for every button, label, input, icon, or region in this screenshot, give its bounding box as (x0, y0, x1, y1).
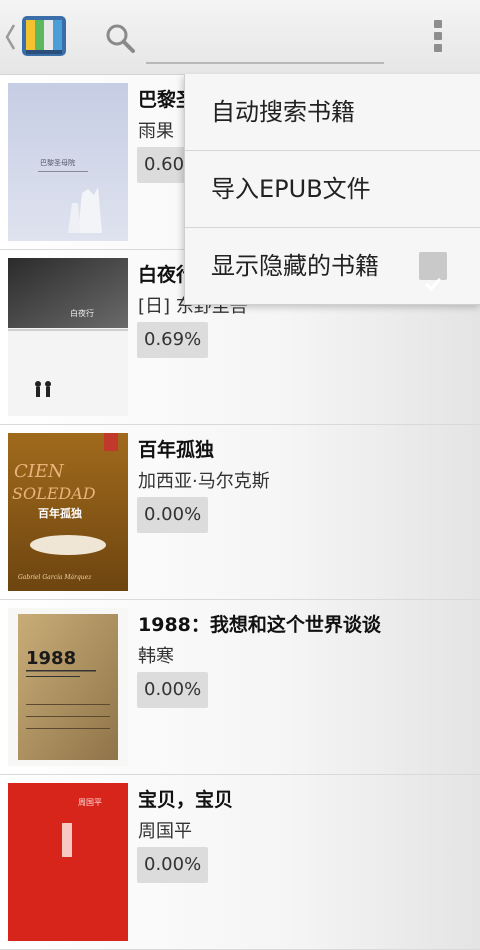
menu-item-import-epub[interactable]: 导入EPUB文件 (185, 151, 480, 227)
show-hidden-checkbox[interactable] (419, 252, 447, 292)
up-caret-icon[interactable] (4, 22, 16, 52)
menu-item-show-hidden[interactable]: 显示隐藏的书籍 (185, 228, 480, 304)
list-item[interactable]: 周国平 宝贝，宝贝 周国平 0.00% (0, 775, 480, 950)
progress-badge: 0.00% (137, 847, 209, 883)
book-cover: 白夜行 (8, 258, 128, 416)
book-cover: 1988 (8, 608, 128, 766)
book-author: 加西亚·马尔克斯 (138, 471, 270, 492)
book-cover: 巴黎圣母院 (8, 83, 128, 241)
overflow-menu-icon[interactable] (428, 18, 448, 54)
book-title: 1988：我想和这个世界谈谈 (138, 614, 381, 636)
cover-text: Gabriel García Márquez (18, 574, 92, 581)
cover-text: 百年孤独 (38, 506, 82, 520)
overflow-dropdown-menu: 自动搜索书籍 导入EPUB文件 显示隐藏的书籍 (184, 74, 480, 305)
cover-text: 白夜行 (70, 308, 94, 318)
cover-text: CIEN (14, 461, 65, 482)
progress-badge: 0.69% (137, 322, 209, 358)
book-cover: CIEN SOLEDAD 百年孤独 Gabriel García Márquez (8, 433, 128, 591)
menu-item-label: 显示隐藏的书籍 (211, 252, 379, 280)
progress-badge: 0.00% (137, 672, 209, 708)
book-author: 雨果 (138, 121, 174, 142)
search-input[interactable] (146, 62, 384, 64)
book-title: 百年孤独 (138, 439, 215, 461)
book-app-icon[interactable] (20, 12, 68, 60)
action-bar (0, 0, 480, 75)
book-cover: 周国平 (8, 783, 128, 941)
cover-text: 巴黎圣母院 (40, 158, 75, 167)
cover-text: 周国平 (78, 798, 102, 807)
menu-item-auto-search[interactable]: 自动搜索书籍 (185, 74, 480, 150)
book-author: 周国平 (138, 821, 192, 842)
progress-badge: 0.00% (137, 497, 209, 533)
book-title: 宝贝，宝贝 (138, 789, 234, 811)
search-icon[interactable] (104, 22, 136, 54)
cover-text: SOLEDAD (12, 484, 96, 503)
cover-text: 1988 (26, 648, 76, 669)
book-author: 韩寒 (138, 646, 174, 667)
list-item[interactable]: CIEN SOLEDAD 百年孤独 Gabriel García Márquez… (0, 425, 480, 600)
list-item[interactable]: 1988 1988：我想和这个世界谈谈 韩寒 0.00% (0, 600, 480, 775)
check-icon (424, 277, 442, 292)
